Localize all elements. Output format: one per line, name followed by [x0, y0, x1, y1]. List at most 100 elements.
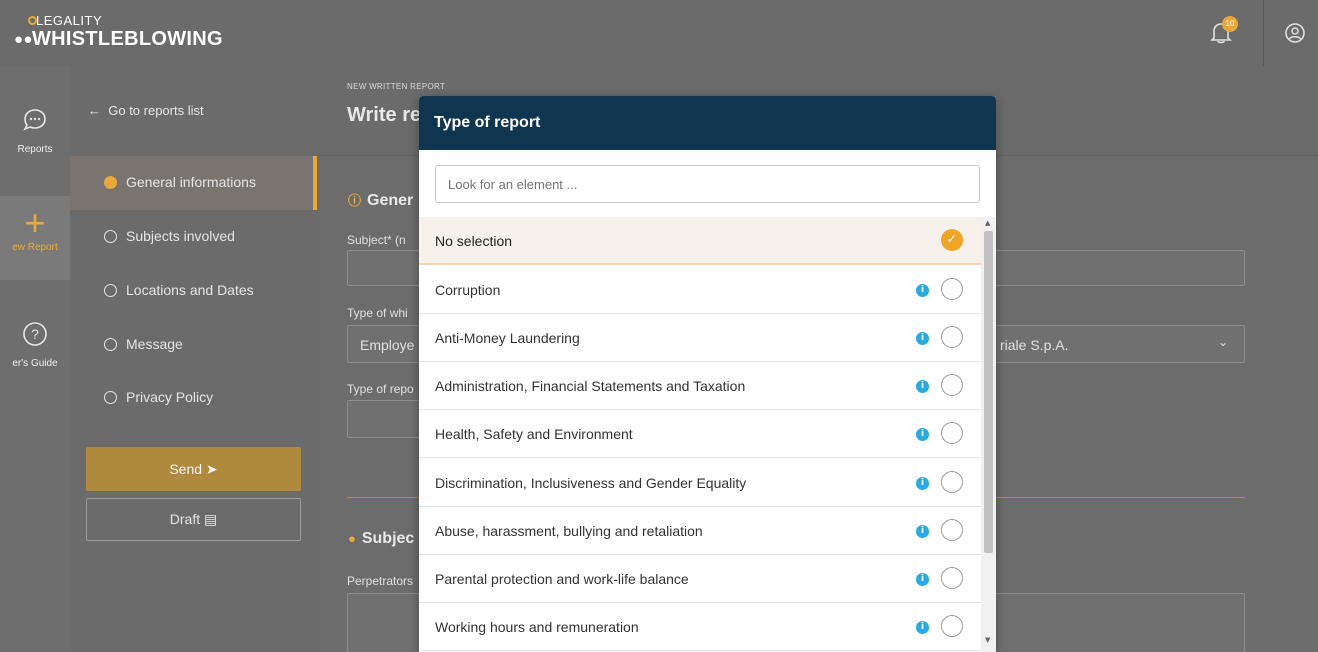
radio-button[interactable] [941, 278, 963, 300]
info-icon[interactable]: i [916, 332, 929, 345]
type-whistleblower-label: Type of whi [347, 306, 408, 320]
radio-button[interactable] [941, 471, 963, 493]
step-label: Message [126, 336, 183, 352]
step-privacy-policy[interactable]: Privacy Policy [70, 371, 315, 425]
section-subjects-title: ● Subjec [348, 530, 414, 548]
option-label: Administration, Financial Statements and… [435, 378, 746, 394]
radio-button[interactable] [941, 567, 963, 589]
option-label: No selection [435, 233, 513, 249]
subject-label: Subject* (n [347, 233, 406, 247]
type-of-report-modal: Type of report No selection ✓ Corruption… [419, 96, 996, 652]
option-label: Corruption [435, 282, 501, 298]
scroll-up-arrow-icon[interactable]: ▲ [985, 219, 990, 227]
step-general-informations[interactable]: General informations [70, 156, 315, 210]
logo-line-1: LEGALITY [36, 13, 103, 28]
option-label: Working hours and remuneration [435, 619, 639, 635]
paper-plane-icon: ➤ [205, 461, 218, 477]
arrow-left-icon: ← [88, 103, 101, 118]
active-step-bar [313, 156, 317, 210]
scrollbar-thumb[interactable] [984, 231, 993, 553]
step-label: Privacy Policy [126, 389, 214, 405]
option-health-safety[interactable]: Health, Safety and Environment i [419, 410, 981, 458]
option-abuse-harassment[interactable]: Abuse, harassment, bullying and retaliat… [419, 507, 981, 555]
svg-text:?: ? [31, 326, 39, 342]
notifications-bell-icon[interactable]: 10 [1210, 16, 1238, 46]
chevron-down-icon[interactable]: ⌄ [1218, 335, 1228, 349]
step-subjects-involved[interactable]: Subjects involved [70, 210, 315, 264]
page-title: Write re [347, 104, 422, 126]
option-administration[interactable]: Administration, Financial Statements and… [419, 362, 981, 410]
rail-label-new-report: ew Report [12, 242, 58, 253]
step-indicator-icon [104, 338, 117, 351]
info-circle-icon: ⓘ [348, 193, 362, 208]
info-icon[interactable]: i [916, 621, 929, 634]
info-icon[interactable]: i [916, 525, 929, 538]
rail-item-users-guide[interactable]: ? er's Guide [0, 320, 70, 369]
step-label: General informations [126, 174, 256, 190]
plus-icon: + [24, 202, 46, 243]
option-label: Parental protection and work-life balanc… [435, 571, 689, 587]
back-link-label: Go to reports list [108, 103, 204, 118]
list-scrollbar[interactable]: ▲ ▼ [981, 217, 996, 652]
radio-button[interactable] [941, 374, 963, 396]
info-icon[interactable]: i [916, 428, 929, 441]
rail-item-reports[interactable]: Reports [0, 106, 70, 155]
rail-item-new-report[interactable]: + ew Report [0, 196, 70, 280]
app-logo[interactable]: LEGALITY ●●WHISTLEBLOWING [14, 14, 223, 51]
radio-button[interactable] [941, 422, 963, 444]
document-icon: ▤ [204, 511, 218, 527]
draft-button-label: Draft [169, 511, 201, 527]
question-circle-icon: ? [0, 320, 70, 354]
section-subjects-label: Subjec [361, 530, 415, 547]
step-label: Locations and Dates [126, 282, 254, 298]
top-bar: LEGALITY ●●WHISTLEBLOWING 10 [0, 0, 1318, 66]
type-report-label: Type of repo [347, 382, 414, 396]
back-to-reports-link[interactable]: ← Go to reports list [88, 103, 204, 118]
type-whistleblower-value: Employe [360, 337, 415, 353]
breadcrumb: NEW WRITTEN REPORT [347, 82, 446, 91]
option-label: Abuse, harassment, bullying and retaliat… [435, 523, 703, 539]
section-general-label: Gener [367, 192, 414, 209]
topbar-divider [1263, 0, 1264, 66]
info-icon[interactable]: i [916, 284, 929, 297]
company-value: riale S.p.A. [1000, 337, 1069, 353]
step-indicator-icon [104, 230, 117, 243]
send-button-label: Send [169, 461, 203, 477]
step-message[interactable]: Message [70, 318, 315, 372]
perpetrators-label: Perpetrators [347, 574, 414, 588]
send-button[interactable]: Send ➤ [86, 447, 301, 491]
step-indicator-icon [104, 284, 117, 297]
draft-button[interactable]: Draft ▤ [86, 498, 301, 541]
option-discrimination[interactable]: Discrimination, Inclusiveness and Gender… [419, 459, 981, 507]
step-label: Subjects involved [126, 228, 235, 244]
options-list: No selection ✓ Corruption i Anti-Money L… [419, 217, 981, 652]
radio-button[interactable] [941, 519, 963, 541]
option-working-hours[interactable]: Working hours and remuneration i [419, 603, 981, 651]
info-icon[interactable]: i [916, 380, 929, 393]
option-corruption[interactable]: Corruption i [419, 266, 981, 314]
info-icon[interactable]: i [916, 573, 929, 586]
step-locations-and-dates[interactable]: Locations and Dates [70, 264, 315, 318]
search-input[interactable] [435, 165, 980, 203]
rail-label-users-guide: er's Guide [12, 358, 58, 369]
modal-title: Type of report [419, 96, 996, 150]
step-indicator-icon [104, 391, 117, 404]
option-anti-money-laundering[interactable]: Anti-Money Laundering i [419, 314, 981, 362]
step-indicator-icon [104, 176, 117, 189]
radio-button[interactable] [941, 615, 963, 637]
option-label: Health, Safety and Environment [435, 426, 633, 442]
scroll-down-arrow-icon[interactable]: ▼ [985, 636, 990, 644]
radio-button[interactable] [941, 326, 963, 348]
option-no-selection[interactable]: No selection ✓ [419, 217, 981, 265]
chat-bubble-icon [0, 106, 70, 140]
option-label: Discrimination, Inclusiveness and Gender… [435, 475, 747, 491]
user-account-icon[interactable] [1284, 22, 1308, 46]
people-icon: ● [348, 531, 356, 546]
option-label: Anti-Money Laundering [435, 330, 580, 346]
rail-label-reports: Reports [17, 144, 53, 155]
people-icon: ●● [14, 31, 33, 48]
info-icon[interactable]: i [916, 477, 929, 490]
notification-badge: 10 [1222, 16, 1238, 32]
checkmark-icon[interactable]: ✓ [941, 229, 963, 251]
option-parental-protection[interactable]: Parental protection and work-life balanc… [419, 555, 981, 603]
